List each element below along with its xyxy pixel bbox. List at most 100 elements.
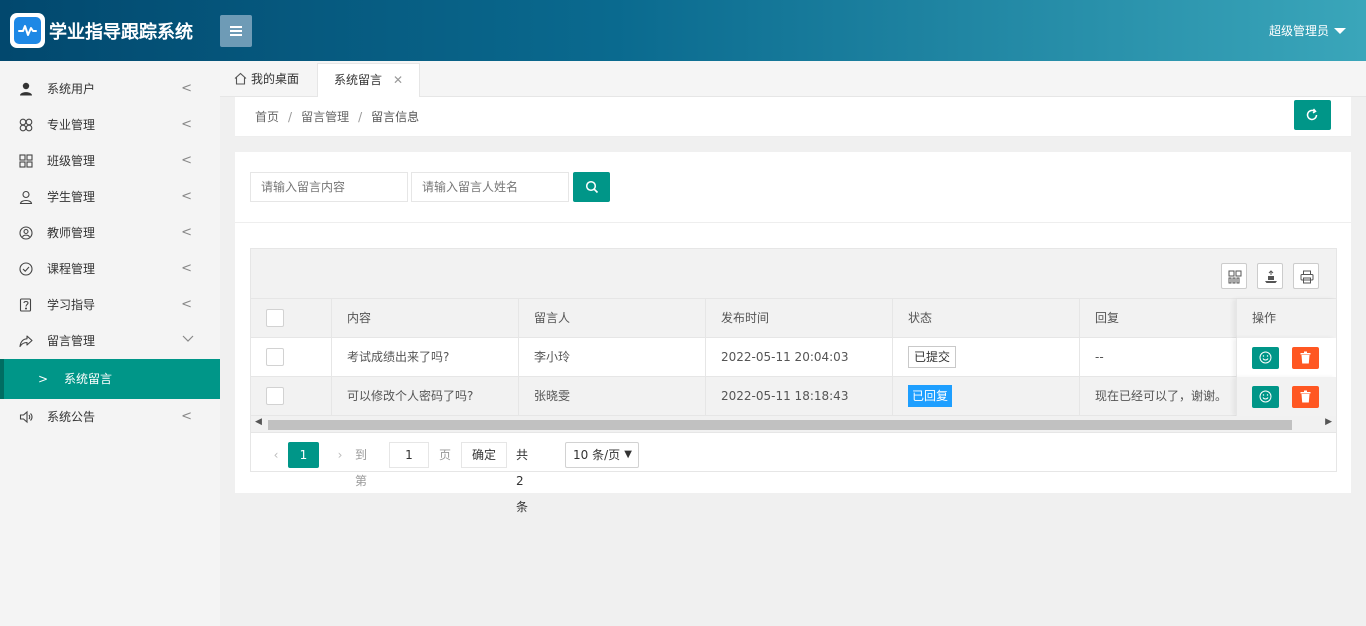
page-1-button[interactable]: 1 (288, 442, 319, 468)
select-all-checkbox[interactable] (266, 309, 284, 327)
breadcrumb: 首页 / 留言管理 / 留言信息 (255, 108, 419, 125)
goto-label: 到第 (355, 448, 368, 488)
cell-actions (1236, 377, 1336, 416)
close-icon[interactable]: ✕ (393, 64, 403, 96)
header-select-cell (251, 299, 332, 338)
next-page-button[interactable]: › (330, 442, 350, 468)
reply-button[interactable] (1252, 347, 1279, 369)
content-card: 内容 留言人 发布时间 状态 回复 操作 考试成绩出来了吗? 李小玲 2022-… (235, 152, 1351, 514)
chevron-left-icon: < (181, 225, 192, 240)
cell-status: 已提交 (893, 338, 1080, 377)
column-header-status: 状态 (893, 299, 1080, 338)
chevron-left-icon: < (181, 153, 192, 168)
chevron-left-icon: < (181, 261, 192, 276)
check-circle-icon (19, 262, 33, 276)
horizontal-scrollbar[interactable]: ◀ ▶ (251, 416, 1336, 433)
tab-home[interactable]: 我的桌面 (234, 63, 299, 97)
prev-page-button[interactable]: ‹ (266, 442, 286, 468)
trash-icon (1300, 351, 1311, 364)
user-icon (20, 82, 32, 96)
column-header-actions: 操作 (1236, 299, 1336, 338)
reply-button[interactable] (1252, 386, 1279, 408)
app-title: 学业指导跟踪系统 (49, 22, 193, 43)
row-checkbox[interactable] (266, 387, 284, 405)
sidebar-item-label: 专业管理 (47, 118, 96, 132)
student-icon (19, 190, 33, 204)
breadcrumb-separator: / (288, 110, 293, 124)
columns-filter-button[interactable] (1221, 263, 1247, 289)
scrollbar-thumb[interactable] (268, 420, 1292, 430)
cell-reply: -- (1095, 350, 1104, 364)
sidebar-subitem-label: 系统留言 (64, 372, 113, 386)
speaker-icon (19, 410, 33, 424)
column-header-author: 留言人 (519, 299, 706, 338)
content-search-input[interactable] (250, 172, 408, 202)
trash-icon (1300, 390, 1311, 403)
sidebar-item-label: 系统用户 (47, 82, 96, 96)
table-header: 内容 留言人 发布时间 状态 回复 操作 (251, 299, 1336, 338)
scroll-right-icon[interactable]: ▶ (1325, 417, 1332, 427)
chevron-down-icon: ▼ (624, 449, 632, 460)
breadcrumb-bar: 首页 / 留言管理 / 留言信息 (235, 97, 1351, 137)
data-table: 内容 留言人 发布时间 状态 回复 操作 考试成绩出来了吗? 李小玲 2022-… (250, 248, 1337, 514)
goto-confirm-button[interactable]: 确定 (461, 442, 507, 468)
sidebar-item-majors[interactable]: 专业管理 < (0, 107, 220, 143)
sidebar-item-classes[interactable]: 班级管理 < (0, 143, 220, 179)
refresh-button[interactable] (1294, 100, 1331, 130)
user-name: 超级管理员 (1268, 24, 1329, 38)
sidebar-item-system-users[interactable]: 系统用户 < (0, 71, 220, 107)
breadcrumb-current: 留言信息 (371, 110, 420, 124)
sidebar-subitem-system-messages[interactable]: > 系统留言 (0, 359, 220, 399)
cell-content: 考试成绩出来了吗? (332, 338, 519, 377)
tab-label: 系统留言 (334, 73, 383, 87)
sidebar-item-guidance[interactable]: 学习指导 < (0, 287, 220, 323)
delete-button[interactable] (1292, 386, 1319, 408)
chevron-left-icon: < (181, 189, 192, 204)
cell-actions (1236, 338, 1336, 377)
menu-toggle-button[interactable] (220, 15, 252, 47)
scroll-left-icon[interactable]: ◀ (255, 417, 262, 427)
refresh-icon (1306, 108, 1318, 121)
divider (235, 222, 1351, 223)
column-header-reply: 回复 (1095, 311, 1120, 325)
cell-author: 李小玲 (519, 338, 706, 377)
top-header: 学业指导跟踪系统 超级管理员 (0, 0, 1366, 61)
breadcrumb-separator: / (358, 110, 363, 124)
print-button[interactable] (1293, 263, 1319, 289)
app-logo (10, 13, 45, 48)
sidebar-item-students[interactable]: 学生管理 < (0, 179, 220, 215)
user-menu[interactable]: 超级管理员 (1269, 22, 1346, 39)
table-row: 可以修改个人密码了吗? 张晓雯 2022-05-11 18:18:43 已回复 … (251, 377, 1336, 416)
export-button[interactable] (1257, 263, 1283, 289)
share-icon (19, 335, 33, 348)
sidebar-item-teachers[interactable]: 教师管理 < (0, 215, 220, 251)
sidebar: 系统用户 < 专业管理 < 班级管理 < 学生管理 < 教师管理 < 课程管理 … (0, 61, 220, 626)
search-button[interactable] (573, 172, 610, 202)
export-icon (1265, 270, 1277, 283)
column-header-content: 内容 (332, 299, 519, 338)
sidebar-item-messages[interactable]: 留言管理 (0, 323, 220, 359)
author-search-input[interactable] (411, 172, 569, 202)
sidebar-item-label: 留言管理 (47, 334, 96, 348)
help-doc-icon (19, 298, 32, 312)
breadcrumb-message-manage[interactable]: 留言管理 (301, 110, 349, 124)
sidebar-item-label: 课程管理 (47, 262, 96, 276)
delete-button[interactable] (1292, 347, 1319, 369)
tab-system-messages[interactable]: 系统留言 ✕ (317, 63, 420, 97)
chevron-down-icon (182, 323, 194, 359)
sidebar-item-label: 教师管理 (47, 226, 96, 240)
sidebar-item-label: 系统公告 (47, 410, 96, 424)
cell-reply: 现在已经可以了，谢谢。 (1095, 389, 1228, 403)
chevron-left-icon: < (181, 409, 192, 424)
sidebar-item-announcements[interactable]: 系统公告 < (0, 399, 220, 435)
table-toolbar (251, 249, 1336, 299)
row-select-cell (251, 338, 332, 377)
breadcrumb-home[interactable]: 首页 (255, 110, 279, 124)
goto-page-input[interactable]: 1 (389, 442, 429, 468)
page-size-select[interactable]: 10 条/页 ▼ (565, 442, 639, 468)
chevron-left-icon: < (181, 117, 192, 132)
row-checkbox[interactable] (266, 348, 284, 366)
sidebar-item-courses[interactable]: 课程管理 < (0, 251, 220, 287)
grid-icon (19, 154, 33, 168)
smile-icon (1259, 351, 1272, 364)
